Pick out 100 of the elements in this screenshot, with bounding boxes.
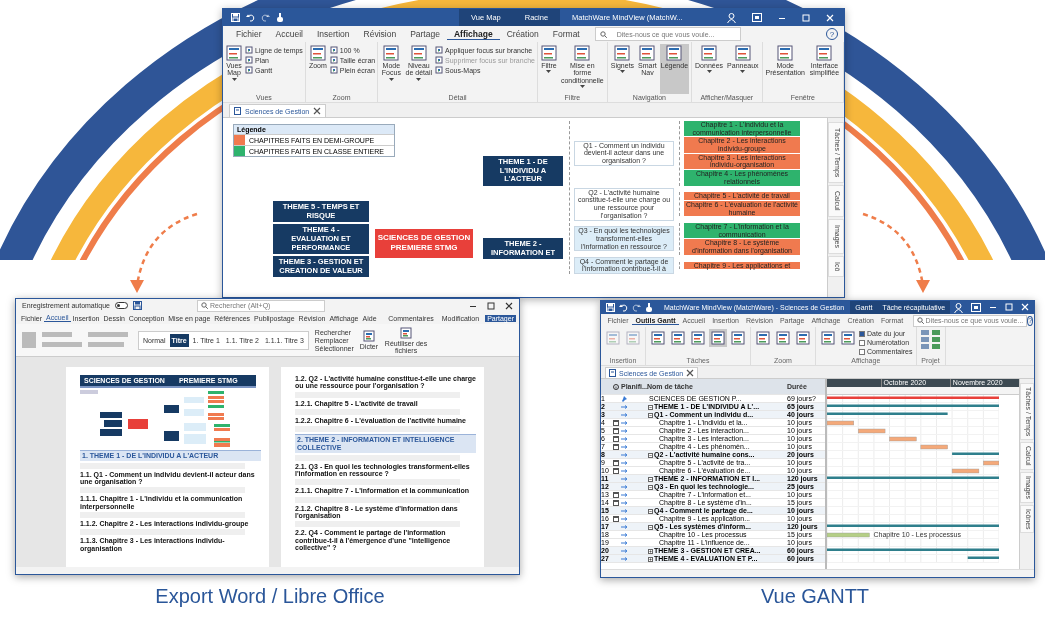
central-node[interactable]: SCIENCES DE GESTION PREMIERE STMG [375,229,473,258]
person-icon[interactable] [954,302,963,313]
project-tools-drawing [919,329,942,349]
arrow-icon [621,453,628,457]
menu-tab[interactable]: Fichier [229,29,269,39]
document-icon [614,45,631,61]
arrow-icon [621,485,628,489]
caret-icon [619,70,625,74]
document-icon [777,45,794,61]
caret-icon [388,77,394,81]
document-icon [816,45,833,61]
arrow-icon [621,557,628,561]
menu-tab[interactable]: Révision [356,29,404,39]
arrow-icon [621,477,628,481]
document-icon [362,330,375,342]
ribbon-button[interactable] [754,329,772,347]
toggle-switch[interactable] [114,302,128,309]
document-icon [756,331,770,345]
arrow-icon [621,493,628,497]
collapse-icon[interactable] [648,476,653,482]
redo-icon[interactable] [632,303,641,312]
close-icon[interactable] [313,107,322,115]
arrow-icon [621,525,628,529]
document-icon [435,66,444,74]
undo-icon[interactable] [619,303,628,312]
arrow-icon [621,461,628,465]
document-icon [701,45,718,61]
document-icon [796,331,810,345]
document-icon [226,45,242,61]
document-icon [821,331,835,345]
checkbox[interactable] [859,330,865,337]
checkbox[interactable] [859,348,865,355]
arrow-icon [621,405,628,409]
menu-tab[interactable]: Accueil [268,29,310,39]
arrow-icon [621,533,628,537]
display-icon[interactable] [752,13,762,22]
document-icon [639,45,656,61]
document-icon [776,331,790,345]
arrow-icon [621,413,628,417]
ribbon-button[interactable] [839,329,857,347]
collapse-icon[interactable] [648,524,653,530]
document-icon [609,369,616,377]
caret-icon [706,70,712,74]
ribbon-button[interactable] [709,329,727,347]
document-icon [540,45,557,61]
collapse-icon[interactable] [648,484,653,490]
document-icon [435,56,444,64]
ribbon-button[interactable] [689,329,707,347]
document-icon [245,56,253,64]
caret-icon [546,70,552,74]
ribbon-button[interactable] [669,329,687,347]
ribbon-button[interactable] [649,329,667,347]
document-icon [734,45,751,61]
caret-icon [416,77,422,81]
search-icon [916,317,924,324]
arrow-icon [621,517,628,521]
collapse-icon[interactable] [648,452,653,458]
document-icon [383,45,400,61]
menu-tab[interactable]: Insertion [309,29,357,39]
document-icon [329,66,338,74]
ribbon-button[interactable] [819,329,837,347]
person-icon[interactable] [727,12,736,23]
menu-tab[interactable]: Partage [403,29,447,39]
redo-icon[interactable] [261,13,270,22]
caret-icon [740,70,746,74]
menu-tab[interactable]: Affichage [446,28,500,40]
maximize-icon[interactable] [487,301,495,310]
caret-icon [579,85,585,89]
expand-icon[interactable] [648,556,653,562]
arrow-icon [621,421,628,425]
arrow-icon [621,429,628,433]
undo-icon[interactable] [246,13,255,22]
document-icon [626,331,640,345]
arrow-icon [621,501,628,505]
document-icon [234,107,241,115]
menu-tab[interactable]: Format [545,29,587,39]
close-icon[interactable] [505,301,513,310]
search-icon [200,302,208,309]
document-icon [435,46,444,54]
document-icon [711,331,725,345]
save-icon[interactable] [132,301,142,310]
arrow-icon [621,469,628,473]
caption: Export Word / Libre Office [155,585,385,608]
document-icon [841,331,855,345]
expand-icon[interactable] [648,548,653,554]
ribbon-button[interactable] [774,329,792,347]
display-icon[interactable] [971,302,981,312]
arrow-icon [621,549,628,553]
menu-tab[interactable]: Création [499,29,546,39]
collapse-icon[interactable] [648,412,653,418]
document-icon [731,331,745,345]
document-icon [309,45,326,61]
ribbon-button[interactable] [794,329,812,347]
close-icon[interactable] [686,369,695,377]
ribbon-button[interactable] [729,329,747,347]
collapse-icon[interactable] [648,404,653,410]
checkbox[interactable] [859,339,865,346]
document-icon [329,46,338,54]
arrow-icon [621,445,628,449]
collapse-icon[interactable] [648,508,653,514]
